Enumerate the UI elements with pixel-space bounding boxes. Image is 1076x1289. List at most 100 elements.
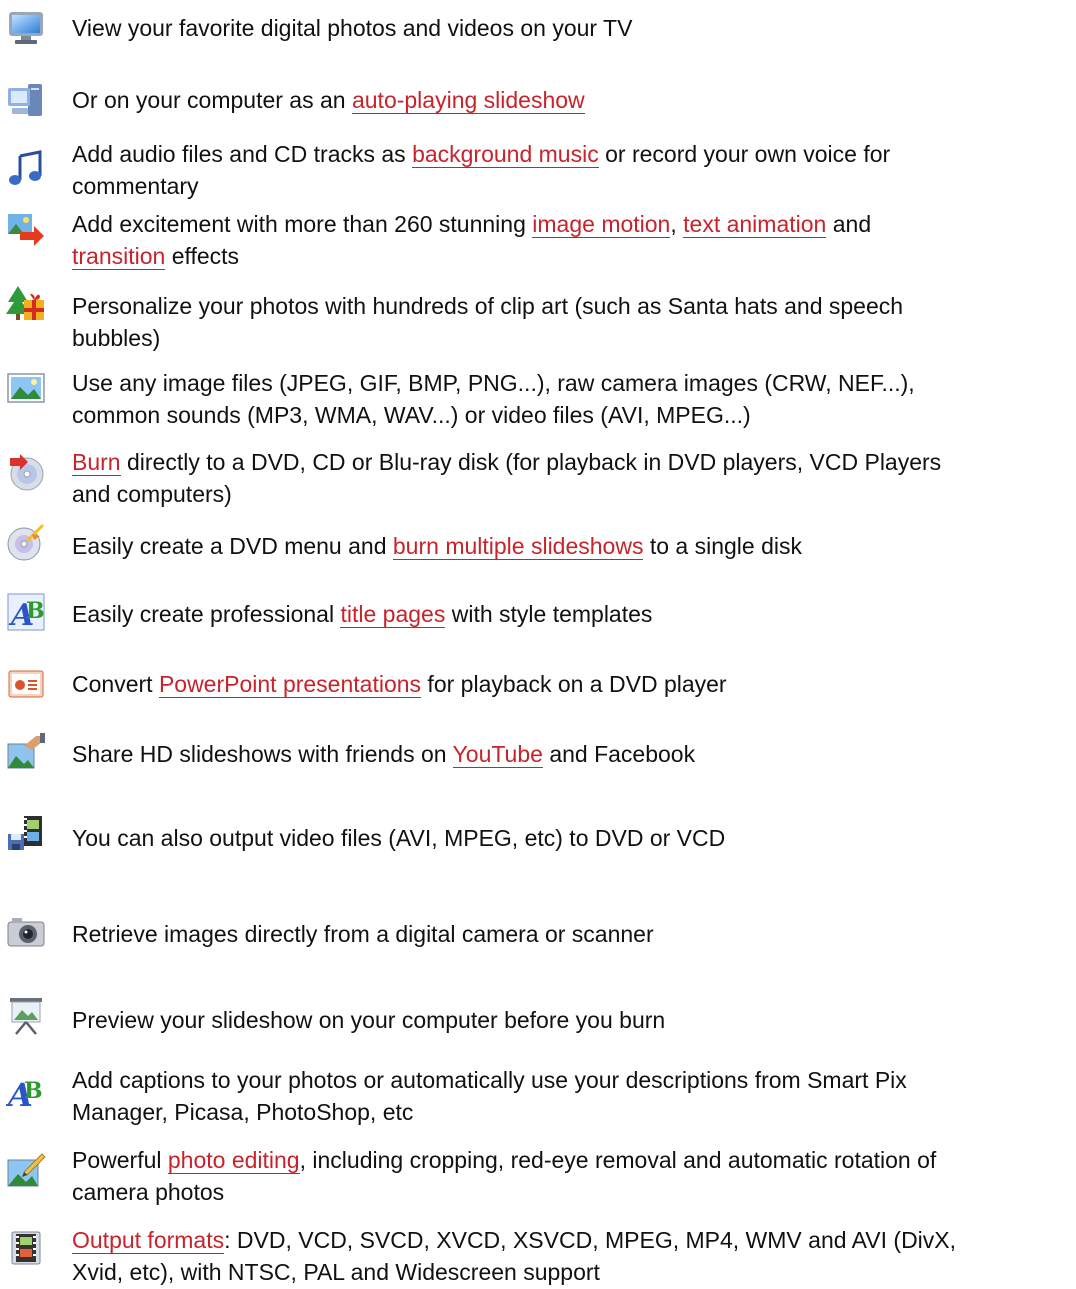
feature-text: Convert PowerPoint presentations for pla… bbox=[72, 668, 1068, 700]
feature-text-segment: for playback on a DVD player bbox=[421, 671, 727, 697]
svg-text:B: B bbox=[24, 1078, 43, 1104]
feature-text: Easily create a DVD menu and burn multip… bbox=[72, 530, 1068, 562]
feature-text-line: commentary bbox=[72, 170, 1068, 202]
feature-text-line: Or on your computer as an auto-playing s… bbox=[72, 84, 1068, 116]
feature-text-line: Convert PowerPoint presentations for pla… bbox=[72, 668, 1068, 700]
feature-text: Burn directly to a DVD, CD or Blu-ray di… bbox=[72, 446, 1068, 510]
feature-text-segment: Retrieve images directly from a digital … bbox=[72, 921, 654, 947]
dvd-menu-disc-icon bbox=[6, 522, 46, 562]
feature-text-segment: : DVD, VCD, SVCD, XVCD, XSVCD, MPEG, MP4… bbox=[224, 1227, 957, 1253]
feature-text: Or on your computer as an auto-playing s… bbox=[72, 84, 1068, 116]
video-film-save-icon bbox=[6, 814, 46, 854]
landscape-image-icon bbox=[6, 368, 46, 408]
feature-link[interactable]: image motion bbox=[532, 211, 671, 238]
feature-text-line: Use any image files (JPEG, GIF, BMP, PNG… bbox=[72, 367, 1068, 399]
feature-text: View your favorite digital photos and vi… bbox=[72, 12, 1068, 44]
feature-text-segment: Manager, Picasa, PhotoShop, etc bbox=[72, 1099, 414, 1125]
photo-editing-icon bbox=[6, 1150, 46, 1190]
feature-text-segment: Easily create professional bbox=[72, 601, 341, 627]
computer-icon bbox=[6, 80, 46, 120]
feature-link[interactable]: PowerPoint presentations bbox=[158, 671, 422, 698]
feature-text-line: Personalize your photos with hundreds of… bbox=[72, 290, 1068, 322]
feature-text: Add audio files and CD tracks as backgro… bbox=[72, 138, 1068, 202]
feature-link[interactable]: background music bbox=[412, 141, 599, 168]
feature-text-line: Add excitement with more than 260 stunni… bbox=[72, 208, 1068, 240]
projector-screen-icon bbox=[6, 996, 46, 1036]
feature-text: Add captions to your photos or automatic… bbox=[72, 1064, 1068, 1128]
feature-text: Use any image files (JPEG, GIF, BMP, PNG… bbox=[72, 367, 1068, 431]
feature-text-segment: You can also output video files (AVI, MP… bbox=[72, 825, 726, 851]
feature-text-segment: directly to a DVD, CD or Blu-ray disk (f… bbox=[120, 449, 942, 475]
feature-text-segment: commentary bbox=[72, 173, 199, 199]
feature-text-segment: with style templates bbox=[445, 601, 653, 627]
feature-text-segment: Easily create a DVD menu and bbox=[72, 533, 393, 559]
feature-text: Personalize your photos with hundreds of… bbox=[72, 290, 1068, 354]
feature-text-line: Share HD slideshows with friends on YouT… bbox=[72, 738, 1068, 770]
feature-link[interactable]: auto-playing slideshow bbox=[351, 87, 585, 114]
feature-link[interactable]: title pages bbox=[340, 601, 446, 628]
feature-text-segment: Powerful bbox=[72, 1147, 168, 1173]
feature-link[interactable]: YouTube bbox=[452, 741, 543, 768]
feature-link[interactable]: Output formats bbox=[72, 1227, 225, 1254]
feature-text-line: Powerful photo editing, including croppi… bbox=[72, 1144, 1068, 1176]
feature-text-line: Output formats: DVD, VCD, SVCD, XVCD, XS… bbox=[72, 1224, 1068, 1256]
title-style-icon: AB bbox=[6, 592, 46, 632]
feature-text: Retrieve images directly from a digital … bbox=[72, 918, 1068, 950]
feature-text-segment: Xvid, etc), with NTSC, PAL and Widescree… bbox=[72, 1259, 600, 1285]
feature-text-segment: View your favorite digital photos and vi… bbox=[72, 15, 633, 41]
feature-text-segment: common sounds (MP3, WMA, WAV...) or vide… bbox=[72, 402, 751, 428]
feature-text-segment: Add captions to your photos or automatic… bbox=[72, 1067, 907, 1093]
svg-text:B: B bbox=[26, 598, 45, 624]
feature-text-line: View your favorite digital photos and vi… bbox=[72, 12, 1068, 44]
film-output-icon bbox=[6, 1228, 46, 1268]
image-transition-icon bbox=[6, 210, 46, 250]
feature-link[interactable]: transition bbox=[72, 243, 166, 270]
feature-link[interactable]: text animation bbox=[683, 211, 827, 238]
feature-link[interactable]: burn multiple slideshows bbox=[392, 533, 644, 560]
feature-text-segment: Preview your slideshow on your computer … bbox=[72, 1007, 666, 1033]
feature-text-segment: Use any image files (JPEG, GIF, BMP, PNG… bbox=[72, 370, 915, 396]
feature-text-line: Easily create a DVD menu and burn multip… bbox=[72, 530, 1068, 562]
caption-text-icon: AB bbox=[6, 1072, 46, 1112]
feature-text-segment: Share HD slideshows with friends on bbox=[72, 741, 453, 767]
feature-text-line: camera photos bbox=[72, 1176, 1068, 1208]
feature-text-segment: effects bbox=[165, 243, 240, 269]
feature-text: Preview your slideshow on your computer … bbox=[72, 1004, 1068, 1036]
feature-text-line: You can also output video files (AVI, MP… bbox=[72, 822, 1068, 854]
feature-text-segment: camera photos bbox=[72, 1179, 225, 1205]
feature-link[interactable]: Burn bbox=[72, 449, 121, 476]
feature-text-segment: Add excitement with more than 260 stunni… bbox=[72, 211, 533, 237]
burn-disc-icon bbox=[6, 452, 46, 492]
feature-text-line: Manager, Picasa, PhotoShop, etc bbox=[72, 1096, 1068, 1128]
feature-text-segment: Convert bbox=[72, 671, 159, 697]
feature-text-line: Burn directly to a DVD, CD or Blu-ray di… bbox=[72, 446, 1068, 478]
powerpoint-icon bbox=[6, 664, 46, 704]
feature-text-line: Preview your slideshow on your computer … bbox=[72, 1004, 1068, 1036]
feature-text-line: common sounds (MP3, WMA, WAV...) or vide… bbox=[72, 399, 1068, 431]
feature-text: Share HD slideshows with friends on YouT… bbox=[72, 738, 1068, 770]
feature-text: Output formats: DVD, VCD, SVCD, XVCD, XS… bbox=[72, 1224, 1068, 1288]
feature-text-segment: and computers) bbox=[72, 481, 232, 507]
feature-text-segment: and bbox=[826, 211, 872, 237]
feature-text-line: Add audio files and CD tracks as backgro… bbox=[72, 138, 1068, 170]
feature-text-segment: , including cropping, red-eye removal an… bbox=[299, 1147, 937, 1173]
feature-text-segment: Add audio files and CD tracks as bbox=[72, 141, 413, 167]
feature-text: Powerful photo editing, including croppi… bbox=[72, 1144, 1068, 1208]
feature-text: Easily create professional title pages w… bbox=[72, 598, 1068, 630]
music-note-icon bbox=[6, 148, 46, 188]
feature-text-segment: to a single disk bbox=[643, 533, 802, 559]
feature-text: Add excitement with more than 260 stunni… bbox=[72, 208, 1068, 272]
feature-text: You can also output video files (AVI, MP… bbox=[72, 822, 1068, 854]
camera-icon bbox=[6, 912, 46, 952]
tv-monitor-icon bbox=[6, 8, 46, 48]
feature-text-segment: Or on your computer as an bbox=[72, 87, 352, 113]
share-photo-icon bbox=[6, 732, 46, 772]
feature-text-line: Add captions to your photos or automatic… bbox=[72, 1064, 1068, 1096]
feature-text-segment: Personalize your photos with hundreds of… bbox=[72, 293, 904, 319]
feature-link[interactable]: photo editing bbox=[167, 1147, 300, 1174]
feature-text-line: Retrieve images directly from a digital … bbox=[72, 918, 1068, 950]
feature-text-line: Xvid, etc), with NTSC, PAL and Widescree… bbox=[72, 1256, 1068, 1288]
feature-text-segment: and Facebook bbox=[542, 741, 696, 767]
clip-art-tree-gift-icon bbox=[6, 284, 46, 324]
feature-text-line: bubbles) bbox=[72, 322, 1068, 354]
